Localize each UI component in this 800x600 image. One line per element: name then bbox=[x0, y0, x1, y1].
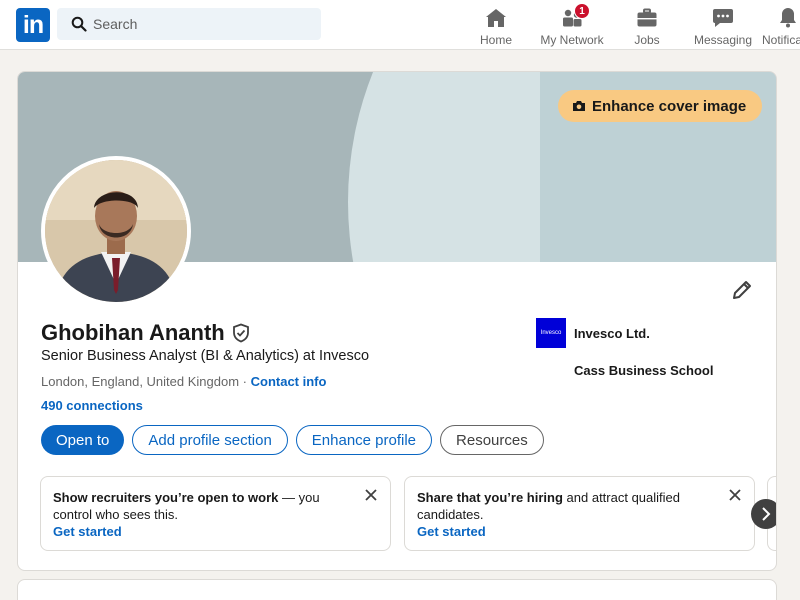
profile-photo bbox=[45, 160, 187, 302]
search-input[interactable] bbox=[93, 8, 313, 40]
contact-info-link[interactable]: Contact info bbox=[251, 374, 327, 389]
nav-messaging[interactable]: Messaging bbox=[690, 4, 756, 48]
nav-jobs[interactable]: Jobs bbox=[630, 4, 664, 48]
linkedin-logo[interactable]: in bbox=[16, 8, 50, 42]
verified-shield-icon[interactable] bbox=[231, 323, 251, 343]
camera-icon bbox=[573, 101, 585, 111]
name-row: Ghobihan Ananth bbox=[41, 320, 251, 346]
nav-notifications-label: Notifications bbox=[762, 33, 800, 47]
nav-my-network-label: My Network bbox=[540, 33, 604, 47]
nav-home-label: Home bbox=[479, 33, 512, 47]
search-icon bbox=[71, 16, 87, 32]
school-link[interactable]: Cass Business School bbox=[574, 363, 713, 378]
get-started-link[interactable]: Get started bbox=[417, 523, 714, 540]
chat-icon bbox=[713, 9, 733, 27]
location-text: London, England, United Kingdom bbox=[41, 374, 240, 389]
pencil-icon[interactable] bbox=[730, 278, 754, 302]
nav-jobs-label: Jobs bbox=[634, 33, 660, 47]
open-to-work-card: Show recruiters you’re open to work — yo… bbox=[40, 476, 391, 551]
avatar[interactable] bbox=[41, 156, 191, 306]
connections-link[interactable]: 490 connections bbox=[41, 398, 143, 413]
people-icon-wrap: 1 bbox=[560, 3, 590, 30]
top-nav: in Home 1 My Network bbox=[0, 0, 800, 50]
enhance-cover-label: Enhance cover image bbox=[592, 97, 747, 115]
network-badge: 1 bbox=[574, 3, 590, 19]
home-icon bbox=[486, 9, 506, 27]
briefcase-icon bbox=[637, 8, 657, 27]
open-to-button[interactable]: Open to bbox=[41, 425, 125, 455]
nav-messaging-label: Messaging bbox=[693, 33, 753, 47]
promo-bold-text: Share that you’re hiring bbox=[417, 490, 563, 505]
resources-button[interactable]: Resources bbox=[440, 425, 544, 455]
company-logo: Invesco bbox=[536, 318, 566, 348]
nav-my-network[interactable]: 1 My Network bbox=[536, 3, 608, 48]
add-profile-section-button[interactable]: Add profile section bbox=[132, 425, 288, 455]
hiring-card: Share that you’re hiring and attract qua… bbox=[404, 476, 755, 551]
close-icon[interactable] bbox=[364, 488, 378, 502]
close-icon[interactable] bbox=[728, 488, 742, 502]
nav-notifications[interactable]: Notifications bbox=[762, 4, 800, 48]
profile-actions: Open to Add profile section Enhance prof… bbox=[41, 425, 552, 455]
next-section-card bbox=[17, 579, 777, 600]
location-row: London, England, United Kingdom · Contac… bbox=[41, 374, 326, 389]
profile-name: Ghobihan Ananth bbox=[41, 320, 225, 345]
enhance-profile-button[interactable]: Enhance profile bbox=[295, 425, 433, 455]
chevron-right-icon bbox=[762, 507, 771, 521]
carousel-next-button[interactable] bbox=[751, 499, 776, 529]
location-separator: · bbox=[239, 374, 251, 389]
bell-icon bbox=[780, 8, 796, 28]
profile-card: Enhance cover image Ghobihan Ananth Seni… bbox=[17, 71, 777, 571]
promo-bold-text: Show recruiters you’re open to work bbox=[53, 490, 279, 505]
company-name: Invesco Ltd. bbox=[574, 325, 650, 341]
current-company[interactable]: Invesco Invesco Ltd. bbox=[536, 318, 650, 348]
nav-home[interactable]: Home bbox=[476, 4, 516, 48]
profile-headline: Senior Business Analyst (BI & Analytics)… bbox=[41, 348, 370, 364]
search-bar[interactable] bbox=[57, 8, 321, 40]
enhance-cover-button[interactable]: Enhance cover image bbox=[558, 90, 763, 122]
get-started-link[interactable]: Get started bbox=[53, 523, 350, 540]
